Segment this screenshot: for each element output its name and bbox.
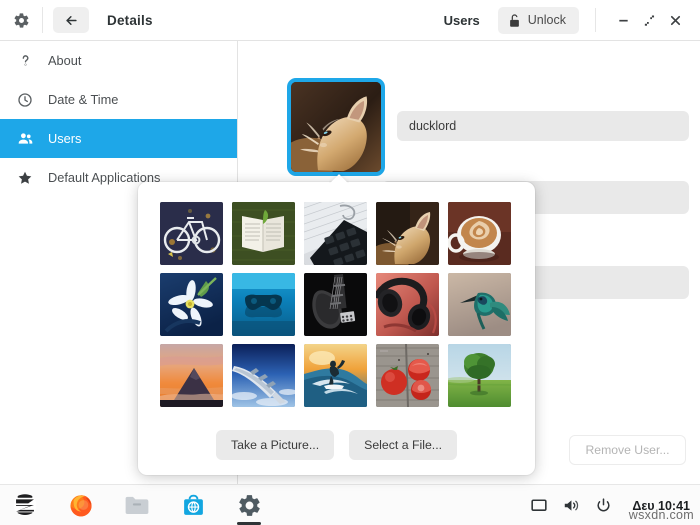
remove-user-label: Remove User... bbox=[585, 443, 670, 457]
star-icon bbox=[12, 170, 38, 186]
section-label: Users bbox=[443, 12, 480, 28]
close-button[interactable] bbox=[662, 7, 688, 33]
back-button[interactable] bbox=[53, 7, 89, 33]
taskbar: Δευ 10:41 bbox=[0, 484, 700, 525]
users-icon bbox=[12, 130, 38, 147]
popover-actions: Take a Picture... Select a File... bbox=[138, 430, 535, 460]
avatar-coffee[interactable] bbox=[448, 202, 511, 265]
unlock-label: Unlock bbox=[527, 13, 566, 27]
padlock-open-icon bbox=[509, 13, 519, 27]
gear-icon bbox=[238, 494, 260, 516]
avatar-open-book[interactable] bbox=[232, 202, 295, 265]
unlock-button[interactable]: Unlock bbox=[497, 6, 579, 34]
avatar-grid bbox=[160, 202, 511, 407]
username-input[interactable]: ducklord bbox=[397, 111, 689, 141]
speaker-icon bbox=[565, 500, 579, 511]
taskbar-launchers bbox=[0, 488, 266, 525]
take-a-picture-label: Take a Picture... bbox=[230, 438, 320, 452]
select-a-file-label: Select a File... bbox=[364, 438, 443, 452]
watermark: wsxdn.com bbox=[628, 508, 694, 522]
firefox-icon bbox=[70, 495, 92, 517]
select-a-file-button[interactable]: Select a File... bbox=[349, 430, 458, 460]
sidebar-item-label: About bbox=[48, 53, 82, 68]
minimize-icon bbox=[618, 19, 628, 22]
files-launcher[interactable] bbox=[120, 488, 154, 522]
sidebar-item-about[interactable]: About bbox=[0, 41, 237, 80]
user-avatar[interactable] bbox=[287, 78, 385, 176]
monitor-icon bbox=[531, 498, 547, 511]
username-value: ducklord bbox=[409, 119, 457, 133]
popover-tail bbox=[329, 173, 349, 183]
power-icon bbox=[597, 498, 610, 512]
avatar-bass-guitar[interactable] bbox=[304, 273, 367, 336]
page-title: Details bbox=[107, 12, 153, 28]
firefox-launcher[interactable] bbox=[64, 488, 98, 522]
software-launcher[interactable] bbox=[176, 488, 210, 522]
power-indicator[interactable] bbox=[594, 497, 612, 515]
take-a-picture-button[interactable]: Take a Picture... bbox=[215, 430, 335, 460]
volume-indicator[interactable] bbox=[562, 497, 580, 515]
window-titlebar: Details Users Unlock bbox=[0, 0, 700, 41]
avatar-surfer[interactable] bbox=[304, 344, 367, 407]
settings-launcher[interactable] bbox=[232, 488, 266, 525]
restore-icon bbox=[644, 14, 654, 26]
restore-button[interactable] bbox=[636, 7, 662, 33]
settings-window: Details Users Unlock About Date & Time U… bbox=[0, 0, 700, 525]
close-icon bbox=[670, 15, 680, 25]
avatar-tomatoes[interactable] bbox=[376, 344, 439, 407]
avatar-hummingbird[interactable] bbox=[448, 273, 511, 336]
titlebar-left: Details bbox=[0, 0, 240, 41]
zorin-menu-button[interactable] bbox=[8, 488, 42, 522]
app-gear-icon[interactable] bbox=[0, 0, 42, 41]
avatar-flower[interactable] bbox=[160, 273, 223, 336]
avatar-cat[interactable] bbox=[376, 202, 439, 265]
minimize-button[interactable] bbox=[610, 7, 636, 33]
display-indicator[interactable] bbox=[530, 497, 548, 515]
sidebar-item-date-time[interactable]: Date & Time bbox=[0, 80, 237, 119]
remove-user-button[interactable]: Remove User... bbox=[569, 435, 686, 465]
avatar-tree[interactable] bbox=[448, 344, 511, 407]
titlebar-divider bbox=[42, 7, 43, 33]
window-controls-divider bbox=[595, 8, 596, 32]
avatar-airplane-wing[interactable] bbox=[232, 344, 295, 407]
question-mark-icon bbox=[12, 53, 38, 68]
avatar-mountain[interactable] bbox=[160, 344, 223, 407]
sidebar-item-label: Date & Time bbox=[48, 92, 119, 107]
folder-icon bbox=[125, 496, 149, 514]
sidebar-item-users[interactable]: Users bbox=[0, 119, 237, 158]
avatar-calculator[interactable] bbox=[304, 202, 367, 265]
avatar-chooser-popover: Take a Picture... Select a File... bbox=[138, 182, 535, 475]
avatar-game-controller[interactable] bbox=[232, 273, 295, 336]
zorin-logo-icon bbox=[13, 493, 37, 517]
avatar-headphones[interactable] bbox=[376, 273, 439, 336]
titlebar-right: Users Unlock bbox=[240, 0, 700, 41]
avatar-bicycle[interactable] bbox=[160, 202, 223, 265]
software-store-icon bbox=[183, 494, 203, 515]
clock-icon bbox=[12, 92, 38, 108]
sidebar-item-label: Users bbox=[48, 131, 82, 146]
